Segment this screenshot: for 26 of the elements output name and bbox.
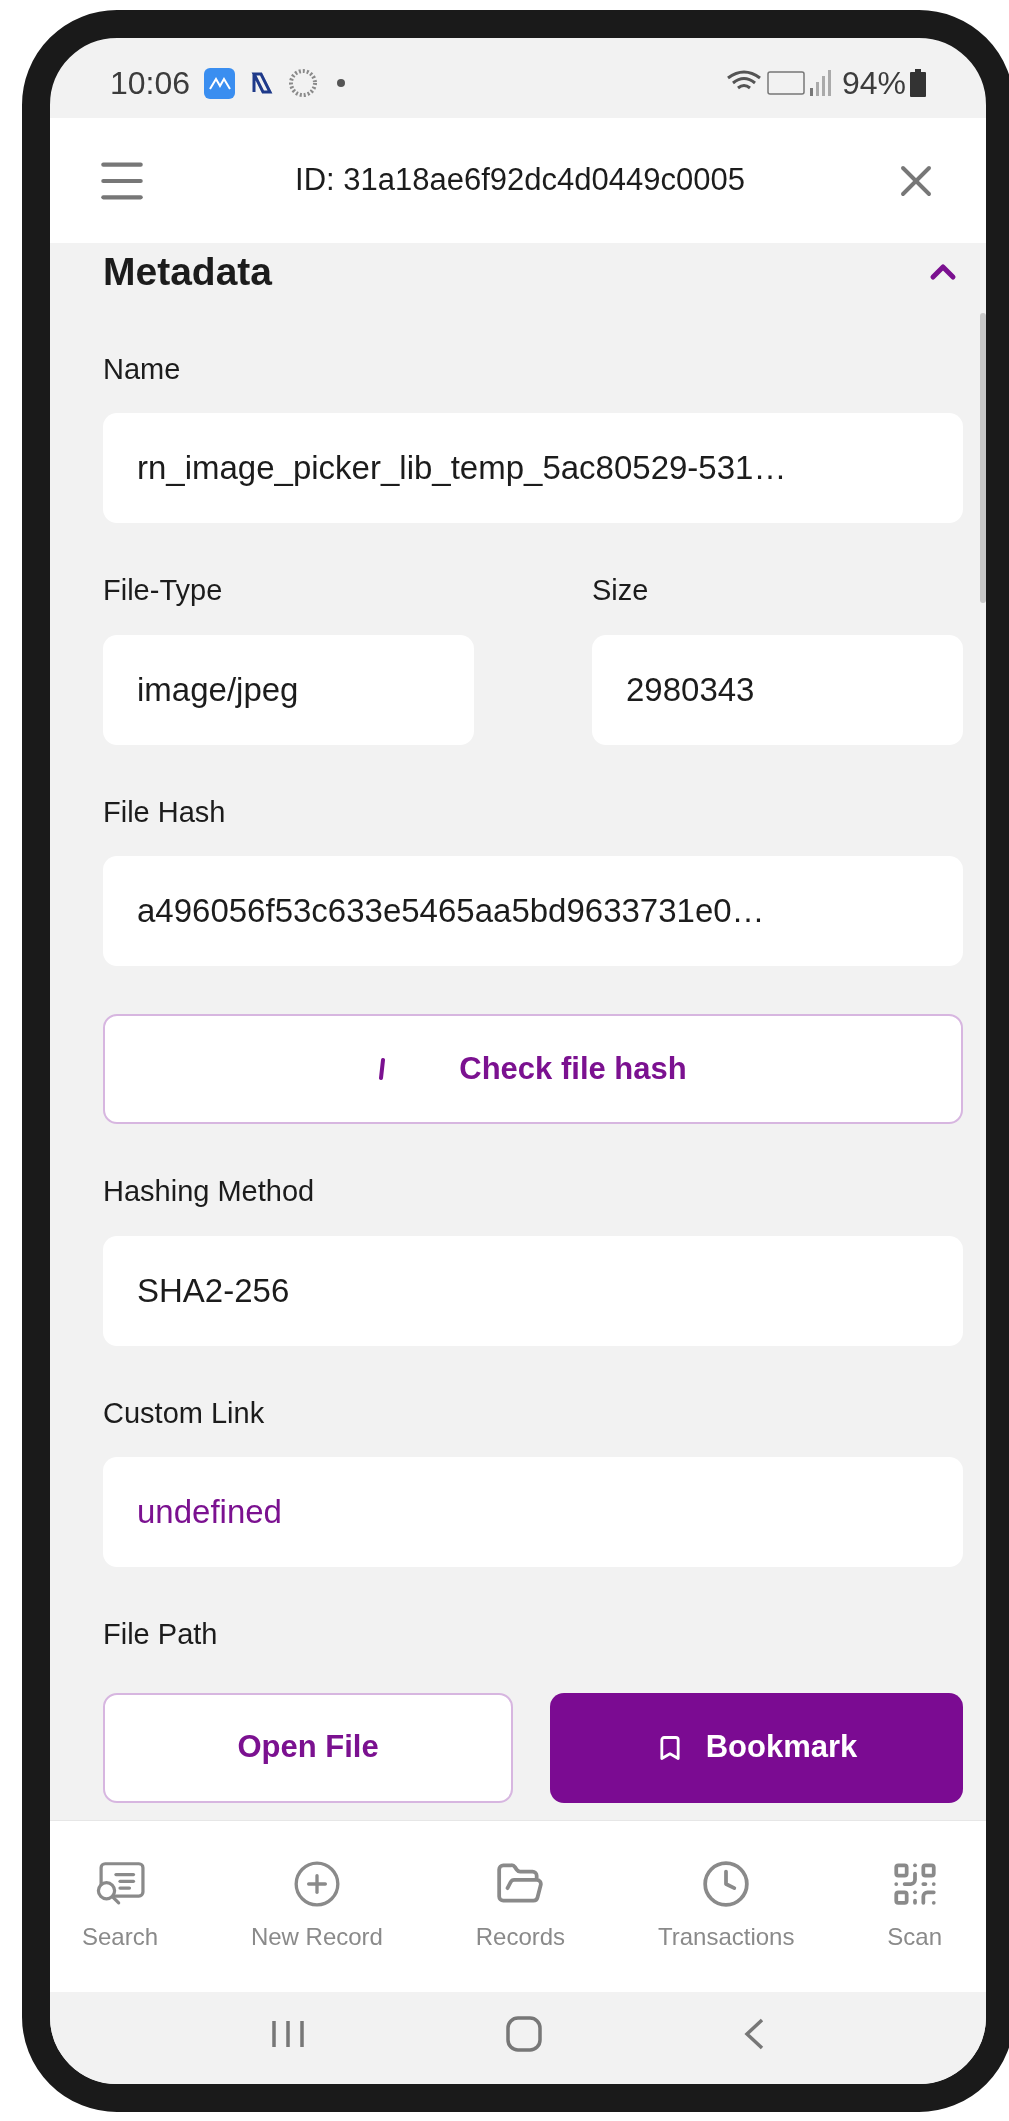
home-icon[interactable] xyxy=(505,2015,543,2053)
status-time: 10:06 xyxy=(110,64,191,103)
field-label: File-Type xyxy=(103,573,223,608)
record-id-title: ID: 31a18ae6f92dc4d0449c0005 xyxy=(294,161,746,200)
field-label: Hashing Method xyxy=(103,1174,315,1209)
field-label: Name xyxy=(103,351,181,387)
text-field[interactable]: undefined xyxy=(103,1457,963,1567)
app-notification-icon xyxy=(251,71,274,95)
battery-percentage: 94% xyxy=(841,64,906,103)
open-file-button[interactable]: Open File xyxy=(103,1692,513,1803)
recent-apps-icon[interactable] xyxy=(269,2019,306,2049)
text-field[interactable]: rn_image_picker_lib_temp_5ac80529-531… xyxy=(103,413,963,523)
sync-circle-icon xyxy=(287,67,320,99)
field-label: Custom Link xyxy=(103,1395,265,1431)
field-label: Size xyxy=(592,573,649,608)
section-title: Metadata xyxy=(103,249,273,295)
text-field[interactable]: SHA2-256 xyxy=(103,1235,963,1346)
bookmark-button[interactable]: Bookmark xyxy=(550,1692,963,1803)
field-label: File Hash xyxy=(103,794,226,830)
text-field[interactable]: a496056f53c633e5465aa5bd9633731e0… xyxy=(103,856,963,966)
text-field[interactable]: image/jpeg xyxy=(103,634,474,745)
battery-icon xyxy=(910,69,926,97)
text-field[interactable]: 2980343 xyxy=(592,634,963,745)
field-label: File Path xyxy=(103,1617,218,1652)
check-file-hash-button[interactable]: Check file hash xyxy=(103,1014,963,1124)
app-notification-icon xyxy=(204,67,236,99)
